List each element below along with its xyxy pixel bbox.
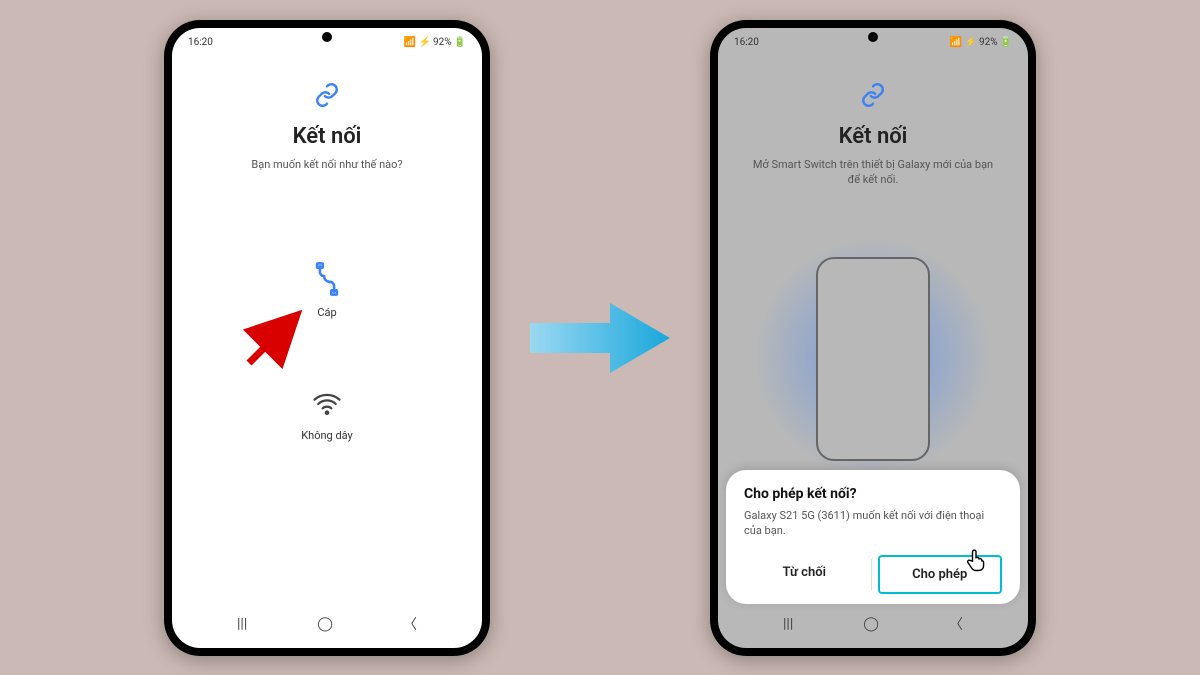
status-right: 📶 ⚡92%🔋 [950, 37, 1012, 48]
wifi-icon [312, 389, 342, 423]
status-time: 16:20 [734, 37, 759, 48]
divider [871, 559, 872, 590]
transition-arrow-icon [530, 298, 670, 378]
nav-recents[interactable]: ||| [783, 616, 793, 632]
camera-punch-hole [322, 32, 332, 42]
deny-button[interactable]: Từ chối [744, 555, 865, 594]
allow-button[interactable]: Cho phép [878, 555, 1003, 594]
status-right: 📶 ⚡92%🔋 [404, 37, 466, 48]
cable-icon [310, 262, 344, 300]
page-title: Kết nối [839, 124, 908, 149]
camera-punch-hole [868, 32, 878, 42]
dialog-title: Cho phép kết nối? [744, 486, 1002, 502]
permission-dialog: Cho phép kết nối? Galaxy S21 5G (3611) m… [726, 470, 1020, 604]
page-subtitle: Bạn muốn kết nối như thế nào? [241, 157, 412, 172]
option-wireless[interactable]: Không dây [301, 389, 353, 442]
dialog-body: Galaxy S21 5G (3611) muốn kết nối với đi… [744, 508, 1002, 539]
nav-recents[interactable]: ||| [237, 616, 247, 632]
option-cable-label: Cáp [317, 306, 336, 319]
status-time: 16:20 [188, 37, 213, 48]
radar-graphic [738, 257, 1008, 461]
phone-outline-icon [816, 257, 930, 461]
nav-back[interactable]: 〈 [949, 614, 963, 634]
link-icon [860, 82, 886, 112]
nav-home[interactable]: ◯ [863, 616, 879, 632]
link-icon [314, 82, 340, 112]
device-right: 16:20 📶 ⚡92%🔋 Kết nối Mở Smart Switch tr… [710, 20, 1036, 656]
option-cable[interactable]: Cáp [310, 262, 344, 319]
device-left: 16:20 📶 ⚡92%🔋 Kết nối Bạn muốn kết nối n… [164, 20, 490, 656]
nav-back[interactable]: 〈 [403, 614, 417, 634]
nav-bar: ||| ◯ 〈 [718, 606, 1028, 648]
option-wireless-label: Không dây [301, 429, 353, 442]
nav-home[interactable]: ◯ [317, 616, 333, 632]
nav-bar: ||| ◯ 〈 [172, 606, 482, 648]
page-subtitle: Mở Smart Switch trên thiết bị Galaxy mới… [738, 157, 1008, 188]
page-title: Kết nối [293, 124, 362, 149]
